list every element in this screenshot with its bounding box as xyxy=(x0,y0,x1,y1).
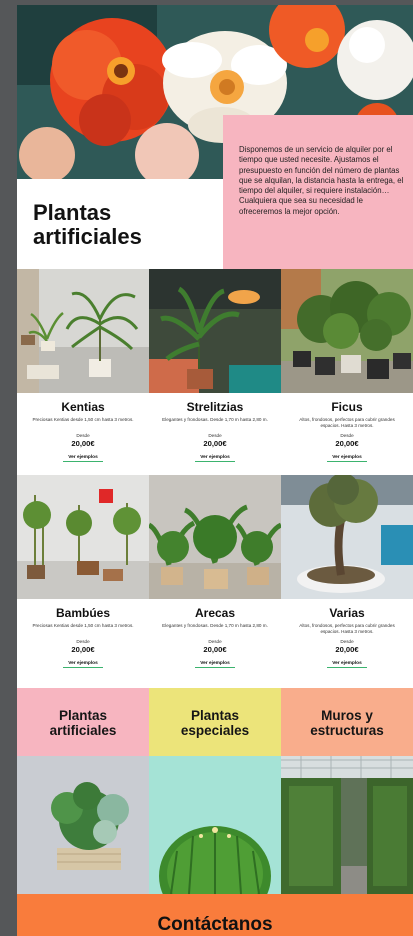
category-title-line-2: especiales xyxy=(180,723,250,738)
product-price-prefix: Desde xyxy=(208,639,222,644)
product-image-kentias xyxy=(17,269,149,393)
product-description: Preciosas Kentias desde 1,50 cm hasta 3 … xyxy=(32,623,134,628)
product-examples-link[interactable]: Ver ejemplos xyxy=(195,661,235,668)
hero-title-line-1: Plantas xyxy=(33,200,112,225)
hero-title-line-2: artificiales xyxy=(33,224,142,249)
product-image-arecas xyxy=(149,475,281,599)
category-header: Plantas artificiales xyxy=(17,688,149,756)
product-name: Kentias xyxy=(61,400,105,414)
category-title: Plantas artificiales xyxy=(17,708,149,738)
category-especiales[interactable]: Plantas especiales xyxy=(149,688,281,894)
category-image-muros xyxy=(281,756,413,894)
product-price-prefix: Desde xyxy=(76,639,90,644)
product-name: Ficus xyxy=(331,400,363,414)
hero-description: Disponemos de un servicio de alquiler po… xyxy=(239,145,404,216)
product-card-strelitzias[interactable]: Strelitzias Elegantes y frondosas. Desde… xyxy=(149,269,281,475)
category-title-line-2: estructuras xyxy=(310,723,384,738)
category-muros[interactable]: Muros y estructuras xyxy=(281,688,413,894)
category-header: Muros y estructuras xyxy=(281,688,413,756)
page: Plantas artificiales Disponemos de un se… xyxy=(17,5,413,936)
category-title: Plantas especiales xyxy=(149,708,281,738)
product-price: 20,00€ xyxy=(71,645,95,654)
category-title-line-1: Plantas xyxy=(190,708,240,723)
product-description: Elegantes y frondosas. Desde 1,70 m hast… xyxy=(162,623,268,628)
product-examples-link[interactable]: Ver ejemplos xyxy=(327,661,367,668)
product-card-kentias[interactable]: Kentias Preciosas Kentias desde 1,50 cm … xyxy=(17,269,149,475)
category-image-artificiales xyxy=(17,756,149,894)
category-title-line-1: Muros y xyxy=(321,708,373,723)
category-artificiales[interactable]: Plantas artificiales xyxy=(17,688,149,894)
product-card-bambues[interactable]: Bambúes Preciosas Kentias desde 1,50 cm … xyxy=(17,475,149,681)
category-section: Plantas artificiales Plantas especiales … xyxy=(17,688,413,894)
product-description: Altos, frondosos, perfectos para cubrir … xyxy=(299,623,395,634)
category-header: Plantas especiales xyxy=(149,688,281,756)
product-image-ficus xyxy=(281,269,413,393)
hero-section: Plantas artificiales Disponemos de un se… xyxy=(17,5,413,269)
product-price-prefix: Desde xyxy=(340,639,354,644)
product-description: Altos, frondosos, perfectos para cubrir … xyxy=(299,417,395,428)
product-price: 20,00€ xyxy=(335,439,359,448)
product-price-prefix: Desde xyxy=(340,433,354,438)
product-image-bambues xyxy=(17,475,149,599)
product-image-varias xyxy=(281,475,413,599)
product-card-arecas[interactable]: Arecas Elegantes y frondosas. Desde 1,70… xyxy=(149,475,281,681)
category-title: Muros y estructuras xyxy=(281,708,413,738)
product-card-ficus[interactable]: Ficus Altos, frondosos, perfectos para c… xyxy=(281,269,413,475)
product-card-varias[interactable]: Varias Altos, frondosos, perfectos para … xyxy=(281,475,413,681)
product-name: Varias xyxy=(329,606,365,620)
product-name: Bambúes xyxy=(55,606,111,620)
product-price-prefix: Desde xyxy=(208,433,222,438)
category-image-especiales xyxy=(149,756,281,894)
product-price-prefix: Desde xyxy=(76,433,90,438)
product-price: 20,00€ xyxy=(71,439,95,448)
contact-section[interactable]: Contáctanos xyxy=(17,894,413,936)
category-title-line-2: artificiales xyxy=(49,723,117,738)
product-examples-link[interactable]: Ver ejemplos xyxy=(63,455,103,462)
hero-title: Plantas artificiales xyxy=(33,201,213,249)
product-description: Elegantes y frondosas. Desde 1,70 m hast… xyxy=(162,417,268,422)
product-price: 20,00€ xyxy=(203,645,227,654)
product-examples-link[interactable]: Ver ejemplos xyxy=(327,455,367,462)
product-price: 20,00€ xyxy=(203,439,227,448)
category-title-line-1: Plantas xyxy=(58,708,108,723)
product-image-strelitzias xyxy=(149,269,281,393)
product-price: 20,00€ xyxy=(335,645,359,654)
product-examples-link[interactable]: Ver ejemplos xyxy=(63,661,103,668)
contact-title[interactable]: Contáctanos xyxy=(17,914,413,936)
product-name: Arecas xyxy=(194,606,236,620)
product-name: Strelitzias xyxy=(186,400,244,414)
product-description: Preciosas Kentias desde 1,50 cm hasta 3 … xyxy=(32,417,134,422)
product-examples-link[interactable]: Ver ejemplos xyxy=(195,455,235,462)
